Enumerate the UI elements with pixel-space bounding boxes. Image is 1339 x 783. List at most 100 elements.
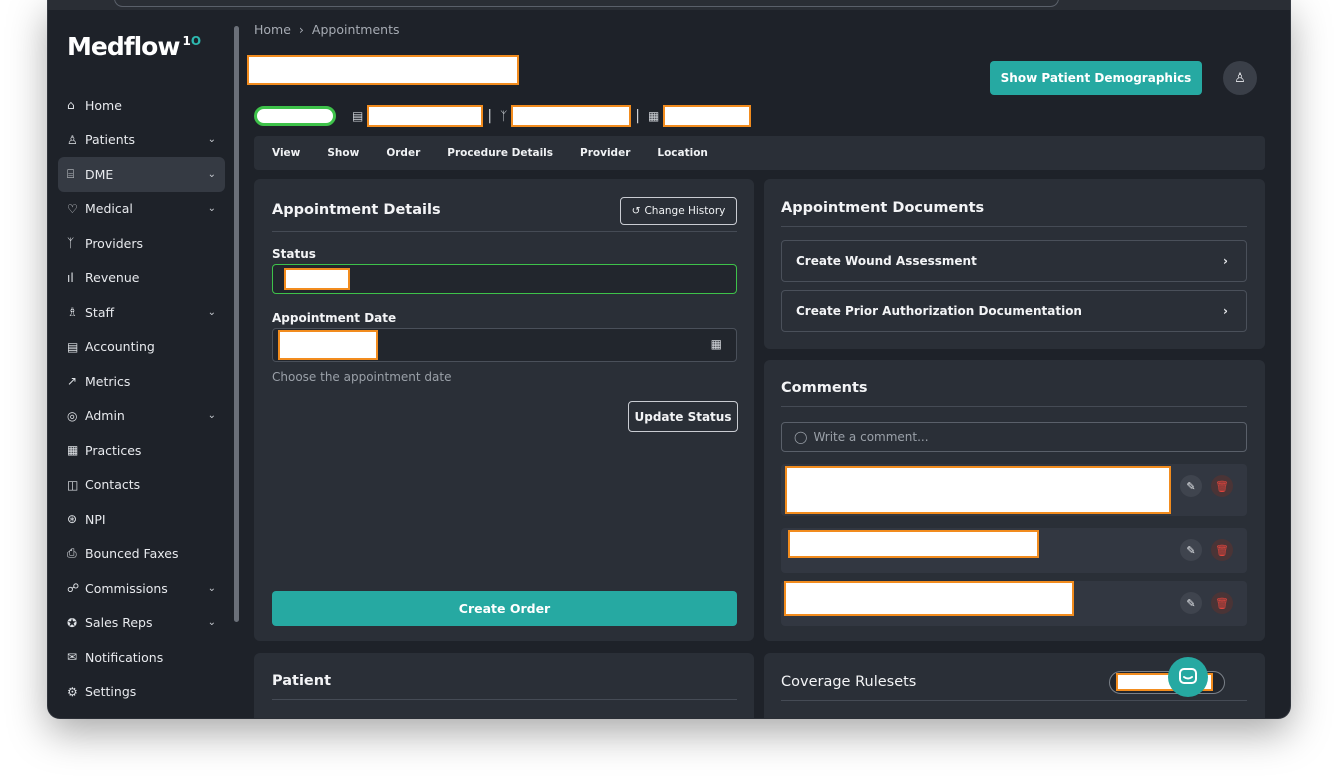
sidebar-item-settings[interactable]: ⚙ Settings — [58, 675, 225, 710]
logo-superscript: 1O — [182, 34, 201, 48]
create-wound-assessment-item[interactable]: Create Wound Assessment › — [781, 240, 1247, 282]
chat-support-button[interactable] — [1168, 657, 1208, 697]
comment-bubble-icon: ◯ — [794, 430, 808, 444]
sidebar-item-label: Practices — [85, 442, 142, 458]
sidebar-item-patients[interactable]: ♙ Patients ⌄ — [58, 123, 225, 158]
tab-procedure-details[interactable]: Procedure Details — [447, 147, 553, 159]
order-id-redacted — [367, 105, 484, 127]
change-history-label: Change History — [644, 205, 726, 217]
sidebar-item-contacts[interactable]: ◫ Contacts — [58, 468, 225, 503]
sidebar-item-medical[interactable]: ♡ Medical ⌄ — [58, 192, 225, 227]
create-order-button[interactable]: Create Order — [272, 591, 737, 626]
tab-show[interactable]: Show — [327, 147, 359, 159]
calendar-icon: ▦ — [647, 109, 660, 123]
sidebar-item-dme[interactable]: ⌸ DME ⌄ — [58, 157, 225, 192]
breadcrumb-separator: › — [298, 22, 304, 37]
sidebar-item-label: Commissions — [85, 580, 168, 596]
sidebar-item-providers[interactable]: ᛉ Providers — [58, 226, 225, 261]
breadcrumb-home[interactable]: Home — [254, 22, 291, 37]
appointment-details-card: Appointment Details ↺ Change History Sta… — [254, 179, 754, 641]
sidebar-item-bounced-faxes[interactable]: ⎙ Bounced Faxes — [58, 537, 225, 572]
book-open-icon: ◫ — [67, 477, 79, 492]
provider-redacted — [511, 105, 632, 127]
logo-wordmark: Medflow — [67, 32, 180, 61]
address-bar[interactable] — [114, 0, 1059, 7]
sidebar-item-label: Patients — [85, 132, 136, 148]
document-icon: ▤ — [352, 109, 364, 123]
app-logo[interactable]: Medflow 1O — [67, 32, 201, 72]
appointment-date-label: Appointment Date — [272, 311, 397, 325]
appointment-documents-card: Appointment Documents Create Wound Asses… — [764, 179, 1265, 349]
date-redacted — [663, 105, 752, 127]
history-icon: ↺ — [631, 205, 641, 217]
appointment-date-field[interactable]: ▦ — [272, 328, 737, 362]
tab-location[interactable]: Location — [657, 147, 708, 159]
sidebar-item-revenue[interactable]: ıl Revenue — [58, 261, 225, 296]
sidebar: Medflow 1O ⌂ Home ♙ Patients ⌄ ⌸ DME ⌄ ♡ Medical ⌄… — [48, 10, 239, 718]
card-divider — [272, 699, 737, 700]
chevron-down-icon[interactable]: ⌄ — [208, 410, 216, 421]
stethoscope-icon: ᛉ — [67, 236, 75, 251]
comment-input[interactable]: ◯ Write a comment... — [781, 422, 1247, 452]
sidebar-item-label: Home — [85, 97, 122, 113]
sidebar-item-label: Revenue — [85, 270, 140, 286]
status-select[interactable] — [272, 264, 737, 294]
main-content: Home › Appointments Show Patient Demogra… — [246, 10, 1276, 718]
tab-provider[interactable]: Provider — [580, 147, 630, 159]
shield-icon: ◎ — [67, 408, 78, 423]
chevron-down-icon[interactable]: ⌄ — [208, 307, 216, 318]
sidebar-item-label: Bounced Faxes — [85, 546, 179, 562]
handshake-icon: ☍ — [67, 581, 80, 596]
comment-item: ✎ 🗑 — [781, 464, 1247, 516]
coverage-rulesets-title: Coverage Rulesets — [781, 674, 917, 690]
edit-icon[interactable]: ✎ — [1180, 475, 1202, 497]
chevron-down-icon[interactable]: ⌄ — [208, 169, 216, 180]
create-prior-authorization-item[interactable]: Create Prior Authorization Documentation… — [781, 290, 1247, 332]
calendar-icon[interactable]: ▦ — [711, 337, 722, 351]
sidebar-scrollbar[interactable] — [234, 26, 239, 622]
comment-item: ✎ 🗑 — [781, 528, 1247, 573]
sidebar-item-label: Providers — [85, 235, 143, 251]
show-patient-demographics-button[interactable]: Show Patient Demographics — [990, 61, 1202, 95]
sidebar-item-admin[interactable]: ◎ Admin ⌄ — [58, 399, 225, 434]
stethoscope-icon: ᛉ — [500, 109, 508, 123]
logo-sup-a: 1 — [182, 34, 191, 48]
sidebar-item-sales-reps[interactable]: ✪ Sales Reps ⌄ — [58, 606, 225, 641]
user-icon: ♙ — [1234, 70, 1246, 86]
sidebar-item-staff[interactable]: ♗ Staff ⌄ — [58, 295, 225, 330]
sidebar-item-accounting[interactable]: ▤ Accounting — [58, 330, 225, 365]
sidebar-item-label: Sales Reps — [85, 615, 153, 631]
app-window: Medflow 1O ⌂ Home ♙ Patients ⌄ ⌸ DME ⌄ ♡ Medical ⌄… — [48, 0, 1290, 718]
sidebar-item-home[interactable]: ⌂ Home — [58, 88, 225, 123]
delete-icon[interactable]: 🗑 — [1211, 592, 1233, 614]
chevron-down-icon[interactable]: ⌄ — [208, 583, 216, 594]
sidebar-item-practices[interactable]: ▦ Practices — [58, 433, 225, 468]
tab-bar: View Show Order Procedure Details Provider Lo… — [254, 136, 1265, 170]
user-menu-button[interactable]: ♙ — [1223, 61, 1257, 95]
tab-view[interactable]: View — [272, 147, 300, 159]
sidebar-item-label: Metrics — [85, 373, 131, 389]
comment-text-redacted — [788, 530, 1039, 558]
breadcrumb-current: Appointments — [311, 22, 400, 37]
status-badge — [254, 106, 336, 126]
edit-icon[interactable]: ✎ — [1180, 539, 1202, 561]
chevron-down-icon[interactable]: ⌄ — [208, 134, 216, 145]
sidebar-item-npi[interactable]: ⊛ NPI — [58, 502, 225, 537]
chat-icon — [1179, 668, 1197, 684]
edit-icon[interactable]: ✎ — [1180, 592, 1202, 614]
card-divider — [781, 700, 1247, 701]
chevron-right-icon: › — [1223, 304, 1228, 318]
delete-icon[interactable]: 🗑 — [1211, 539, 1233, 561]
chevron-down-icon[interactable]: ⌄ — [208, 617, 216, 628]
sidebar-item-notifications[interactable]: ✉ Notifications — [58, 640, 225, 675]
sidebar-item-commissions[interactable]: ☍ Commissions ⌄ — [58, 571, 225, 606]
document-item-label: Create Wound Assessment — [796, 254, 977, 268]
change-history-button[interactable]: ↺ Change History — [620, 197, 737, 225]
delete-icon[interactable]: 🗑 — [1211, 475, 1233, 497]
info-separator: | — [487, 108, 493, 124]
sidebar-item-metrics[interactable]: ↗ Metrics — [58, 364, 225, 399]
update-status-button[interactable]: Update Status — [628, 401, 738, 432]
tab-order[interactable]: Order — [386, 147, 420, 159]
sidebar-item-label: Medical — [85, 201, 133, 217]
chevron-down-icon[interactable]: ⌄ — [208, 203, 216, 214]
